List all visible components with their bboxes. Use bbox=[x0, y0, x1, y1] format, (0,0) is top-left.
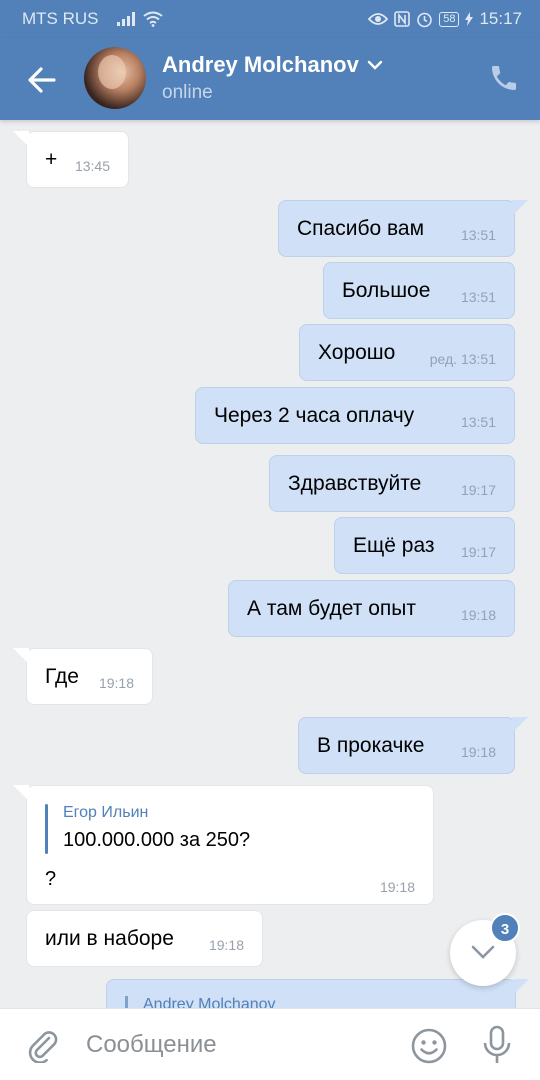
message-time: 19:18 bbox=[460, 744, 496, 760]
message-time: 19:18 bbox=[208, 937, 244, 953]
avatar[interactable] bbox=[84, 47, 146, 109]
message-time: 13:51 bbox=[460, 289, 496, 305]
message-text: Большое bbox=[342, 279, 431, 302]
message-time: 13:51 bbox=[460, 227, 496, 243]
message-text: Хорошо bbox=[318, 341, 396, 364]
message-bubble[interactable]: или в наборе 19:18 bbox=[26, 910, 263, 967]
message-text: А там будет опыт bbox=[247, 597, 416, 620]
wifi-icon bbox=[142, 11, 163, 27]
message-bubble[interactable]: Большое 13:51 bbox=[323, 262, 515, 319]
contact-name-button[interactable]: Andrey Molchanov bbox=[162, 52, 383, 78]
message-bubble[interactable]: + 13:45 bbox=[13, 131, 129, 188]
message-time: 19:17 bbox=[460, 544, 496, 560]
carrier-label: MTS RUS bbox=[22, 9, 99, 28]
smiley-icon[interactable] bbox=[410, 1027, 448, 1065]
microphone-icon[interactable] bbox=[480, 1025, 514, 1065]
arrow-left-icon[interactable] bbox=[24, 62, 60, 98]
message-bubble[interactable]: Спасибо вам 13:51 bbox=[278, 200, 528, 257]
message-bubble[interactable]: Andrey Molchanov bbox=[106, 979, 529, 1008]
signal-icon bbox=[116, 12, 135, 26]
status-bar: MTS RUS 58 15:17 bbox=[0, 0, 540, 38]
chevron-down-icon bbox=[471, 945, 495, 959]
quote-bar bbox=[45, 804, 48, 854]
message-bubble[interactable]: Ещё раз 19:17 bbox=[334, 517, 515, 574]
message-time: ред. 13:51 bbox=[429, 351, 496, 367]
message-text: Спасибо вам bbox=[297, 217, 425, 240]
message-time: 13:45 bbox=[74, 158, 110, 174]
message-text: Через 2 часа оплачу bbox=[214, 404, 415, 427]
quoted-text: 100.000.000 за 250? bbox=[63, 829, 251, 851]
message-list[interactable]: + 13:45 Спасибо вам 13:51 Большое 13:51 … bbox=[0, 120, 540, 1008]
message-time: 19:18 bbox=[460, 607, 496, 623]
message-bubble[interactable]: А там будет опыт 19:18 bbox=[228, 580, 515, 637]
nfc-icon bbox=[394, 11, 411, 27]
message-input[interactable] bbox=[86, 1025, 386, 1065]
battery-indicator: 58 bbox=[439, 11, 460, 27]
charging-icon bbox=[465, 12, 474, 26]
quoted-author[interactable]: Andrey Molchanov bbox=[143, 996, 276, 1008]
paperclip-icon[interactable] bbox=[24, 1027, 60, 1063]
phone-icon[interactable] bbox=[488, 62, 520, 94]
chat-header: Andrey Molchanov online bbox=[0, 38, 540, 120]
message-bubble[interactable]: Через 2 часа оплачу 13:51 bbox=[195, 387, 515, 444]
message-time: 19:18 bbox=[98, 675, 134, 691]
message-bubble[interactable]: Где 19:18 bbox=[13, 648, 153, 705]
quote-bar bbox=[125, 996, 128, 1008]
eye-icon bbox=[368, 13, 389, 25]
message-text: Здравствуйте bbox=[288, 472, 422, 495]
message-text: ? bbox=[45, 868, 57, 890]
message-text: Ещё раз bbox=[353, 534, 435, 557]
message-bubble[interactable]: Хорошо ред. 13:51 bbox=[299, 324, 515, 381]
alarm-icon bbox=[417, 12, 433, 27]
chevron-down-icon bbox=[367, 60, 383, 70]
message-bubble[interactable]: В прокачке 19:18 bbox=[298, 717, 528, 774]
clock: 15:17 bbox=[479, 9, 522, 28]
unread-count-badge: 3 bbox=[490, 913, 520, 943]
message-text: Где bbox=[45, 665, 79, 688]
composer-bar bbox=[0, 1008, 540, 1080]
message-bubble[interactable]: Здравствуйте 19:17 bbox=[269, 455, 515, 512]
message-time: 19:18 bbox=[379, 879, 415, 895]
message-text: или в наборе bbox=[45, 927, 174, 950]
reply-message-bubble[interactable]: Егор Ильин 100.000.000 за 250? ? 19:18 bbox=[13, 785, 434, 905]
message-text: В прокачке bbox=[317, 734, 425, 757]
message-time: 19:17 bbox=[460, 482, 496, 498]
quoted-author[interactable]: Егор Ильин bbox=[63, 804, 148, 822]
contact-name: Andrey Molchanov bbox=[162, 52, 359, 77]
message-text: + bbox=[45, 148, 58, 171]
contact-status: online bbox=[162, 82, 213, 103]
message-time: 13:51 bbox=[460, 414, 496, 430]
